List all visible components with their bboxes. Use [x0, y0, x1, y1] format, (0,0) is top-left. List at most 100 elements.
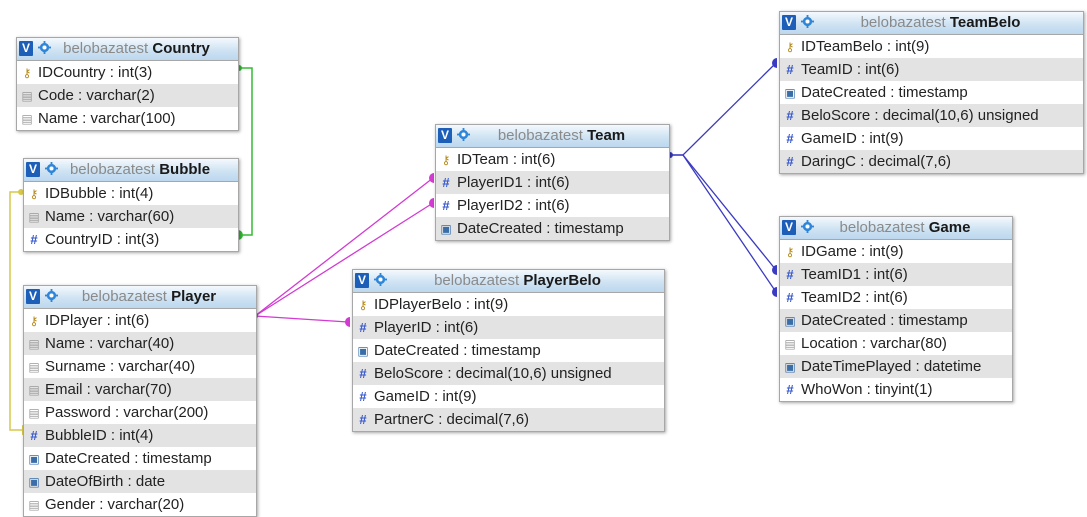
field-row[interactable]: ⚷ IDPlayer : int(6) — [24, 309, 256, 332]
text-icon: ▤ — [28, 383, 40, 397]
field-row[interactable]: ▣ DateCreated : timestamp — [24, 447, 256, 470]
field-label: PlayerID1 : int(6) — [457, 174, 570, 191]
field-row[interactable]: # PartnerC : decimal(7,6) — [353, 408, 664, 431]
date-icon: ▣ — [784, 314, 796, 328]
field-row[interactable]: ▣ DateTimePlayed : datetime — [780, 355, 1012, 378]
field-label: Location : varchar(80) — [801, 335, 947, 352]
field-row[interactable]: ▤ Name : varchar(100) — [17, 107, 238, 130]
hash-icon: # — [786, 62, 794, 77]
field-row[interactable]: # PlayerID : int(6) — [353, 316, 664, 339]
table-team[interactable]: Vbelobazatest Team ⚷ IDTeam : int(6) # Playe… — [435, 124, 670, 241]
field-label: GameID : int(9) — [374, 388, 477, 405]
field-row[interactable]: # GameID : int(9) — [353, 385, 664, 408]
text-icon: ▤ — [21, 89, 33, 103]
table-title: belobazatest Bubble — [24, 159, 238, 181]
field-row[interactable]: ⚷ IDTeam : int(6) — [436, 148, 669, 171]
key-icon: ⚷ — [358, 298, 368, 312]
relation-end-halfdot — [345, 317, 350, 327]
database-name: belobazatest — [69, 161, 156, 178]
field-row[interactable]: ⚷ IDBubble : int(4) — [24, 182, 238, 205]
table-playerbelo[interactable]: Vbelobazatest PlayerBelo ⚷ IDPlayerBelo : … — [352, 269, 665, 432]
field-row[interactable]: # TeamID : int(6) — [780, 58, 1083, 81]
text-icon: ▤ — [28, 406, 40, 420]
field-row[interactable]: ▣ DateCreated : timestamp — [436, 217, 669, 240]
table-country[interactable]: Vbelobazatest Country ⚷ IDCountry : int(3)… — [16, 37, 239, 131]
field-label: IDTeamBelo : int(9) — [801, 38, 930, 55]
table-header[interactable]: Vbelobazatest Bubble — [24, 159, 238, 182]
field-row[interactable]: # BeloScore : decimal(10,6) unsigned — [353, 362, 664, 385]
text-icon: ▤ — [784, 337, 796, 351]
table-header[interactable]: Vbelobazatest Game — [780, 217, 1012, 240]
field-row[interactable]: ⚷ IDTeamBelo : int(9) — [780, 35, 1083, 58]
table-name: Player — [171, 288, 217, 305]
table-header[interactable]: Vbelobazatest Country — [17, 38, 238, 61]
relation-player-bubble — [9, 191, 23, 431]
table-header[interactable]: Vbelobazatest Team — [436, 125, 669, 148]
relation-end-halfdot — [772, 287, 777, 297]
key-icon: ⚷ — [785, 40, 795, 54]
date-icon: ▣ — [357, 344, 369, 358]
field-label: BubbleID : int(4) — [45, 427, 154, 444]
table-teambelo[interactable]: Vbelobazatest TeamBelo ⚷ IDTeamBelo : int(… — [779, 11, 1084, 174]
field-row[interactable]: # DaringC : decimal(7,6) — [780, 150, 1083, 173]
field-row[interactable]: # BubbleID : int(4) — [24, 424, 256, 447]
database-name: belobazatest — [81, 288, 167, 305]
hash-icon: # — [359, 320, 367, 335]
field-row[interactable]: # PlayerID1 : int(6) — [436, 171, 669, 194]
field-row[interactable]: ▤ Password : varchar(200) — [24, 401, 256, 424]
field-row[interactable]: ▤ Name : varchar(40) — [24, 332, 256, 355]
hash-icon: # — [786, 290, 794, 305]
database-name: belobazatest — [839, 219, 925, 236]
field-label: PlayerID : int(6) — [374, 319, 479, 336]
field-row[interactable]: ▤ Email : varchar(70) — [24, 378, 256, 401]
text-icon: ▤ — [28, 498, 40, 512]
field-list: ⚷ IDTeamBelo : int(9) # TeamID : int(6) ▣ Dat… — [780, 35, 1083, 173]
table-game[interactable]: Vbelobazatest Game ⚷ IDGame : int(9) # TeamI… — [779, 216, 1013, 402]
field-row[interactable]: ▣ DateCreated : timestamp — [780, 81, 1083, 104]
table-player[interactable]: Vbelobazatest Player ⚷ IDPlayer : int(6) ▤ N… — [23, 285, 257, 517]
field-row[interactable]: # GameID : int(9) — [780, 127, 1083, 150]
table-header[interactable]: Vbelobazatest Player — [24, 286, 256, 309]
field-row[interactable]: ▤ Code : varchar(2) — [17, 84, 238, 107]
field-label: TeamID2 : int(6) — [801, 289, 908, 306]
field-row[interactable]: ▤ Name : varchar(60) — [24, 205, 238, 228]
table-header[interactable]: Vbelobazatest PlayerBelo — [353, 270, 664, 293]
field-label: DateOfBirth : date — [45, 473, 166, 490]
table-title: belobazatest Game — [780, 217, 1012, 239]
text-icon: ▤ — [21, 112, 33, 126]
field-row[interactable]: # WhoWon : tinyint(1) — [780, 378, 1012, 401]
field-label: PlayerID2 : int(6) — [457, 197, 570, 214]
field-row[interactable]: ⚷ IDGame : int(9) — [780, 240, 1012, 263]
field-row[interactable]: # TeamID2 : int(6) — [780, 286, 1012, 309]
table-bubble[interactable]: Vbelobazatest Bubble ⚷ IDBubble : int(4) ▤ N… — [23, 158, 239, 252]
table-name: Team — [587, 127, 626, 144]
table-header[interactable]: Vbelobazatest TeamBelo — [780, 12, 1083, 35]
field-label: DateCreated : timestamp — [374, 342, 541, 359]
field-row[interactable]: ⚷ IDCountry : int(3) — [17, 61, 238, 84]
relation-end-halfdot — [429, 198, 434, 208]
field-label: Name : varchar(40) — [45, 335, 175, 352]
table-title: belobazatest Country — [17, 38, 238, 60]
field-row[interactable]: ▣ DateCreated : timestamp — [780, 309, 1012, 332]
relation-team-links — [668, 62, 777, 293]
hash-icon: # — [786, 131, 794, 146]
hash-icon: # — [30, 232, 38, 247]
database-name: belobazatest — [434, 272, 520, 289]
field-row[interactable]: ⚷ IDPlayerBelo : int(9) — [353, 293, 664, 316]
field-row[interactable]: ▤ Surname : varchar(40) — [24, 355, 256, 378]
field-row[interactable]: # BeloScore : decimal(10,6) unsigned — [780, 104, 1083, 127]
field-label: DateCreated : timestamp — [801, 84, 968, 101]
field-row[interactable]: # CountryID : int(3) — [24, 228, 238, 251]
field-row[interactable]: ▤ Location : varchar(80) — [780, 332, 1012, 355]
field-label: IDPlayer : int(6) — [45, 312, 150, 329]
text-icon: ▤ — [28, 210, 40, 224]
field-label: WhoWon : tinyint(1) — [801, 381, 933, 398]
field-label: BeloScore : decimal(10,6) unsigned — [374, 365, 612, 382]
hash-icon: # — [30, 428, 38, 443]
field-row[interactable]: ▣ DateOfBirth : date — [24, 470, 256, 493]
field-row[interactable]: ▤ Gender : varchar(20) — [24, 493, 256, 516]
field-row[interactable]: # TeamID1 : int(6) — [780, 263, 1012, 286]
field-label: TeamID1 : int(6) — [801, 266, 908, 283]
field-row[interactable]: # PlayerID2 : int(6) — [436, 194, 669, 217]
field-row[interactable]: ▣ DateCreated : timestamp — [353, 339, 664, 362]
